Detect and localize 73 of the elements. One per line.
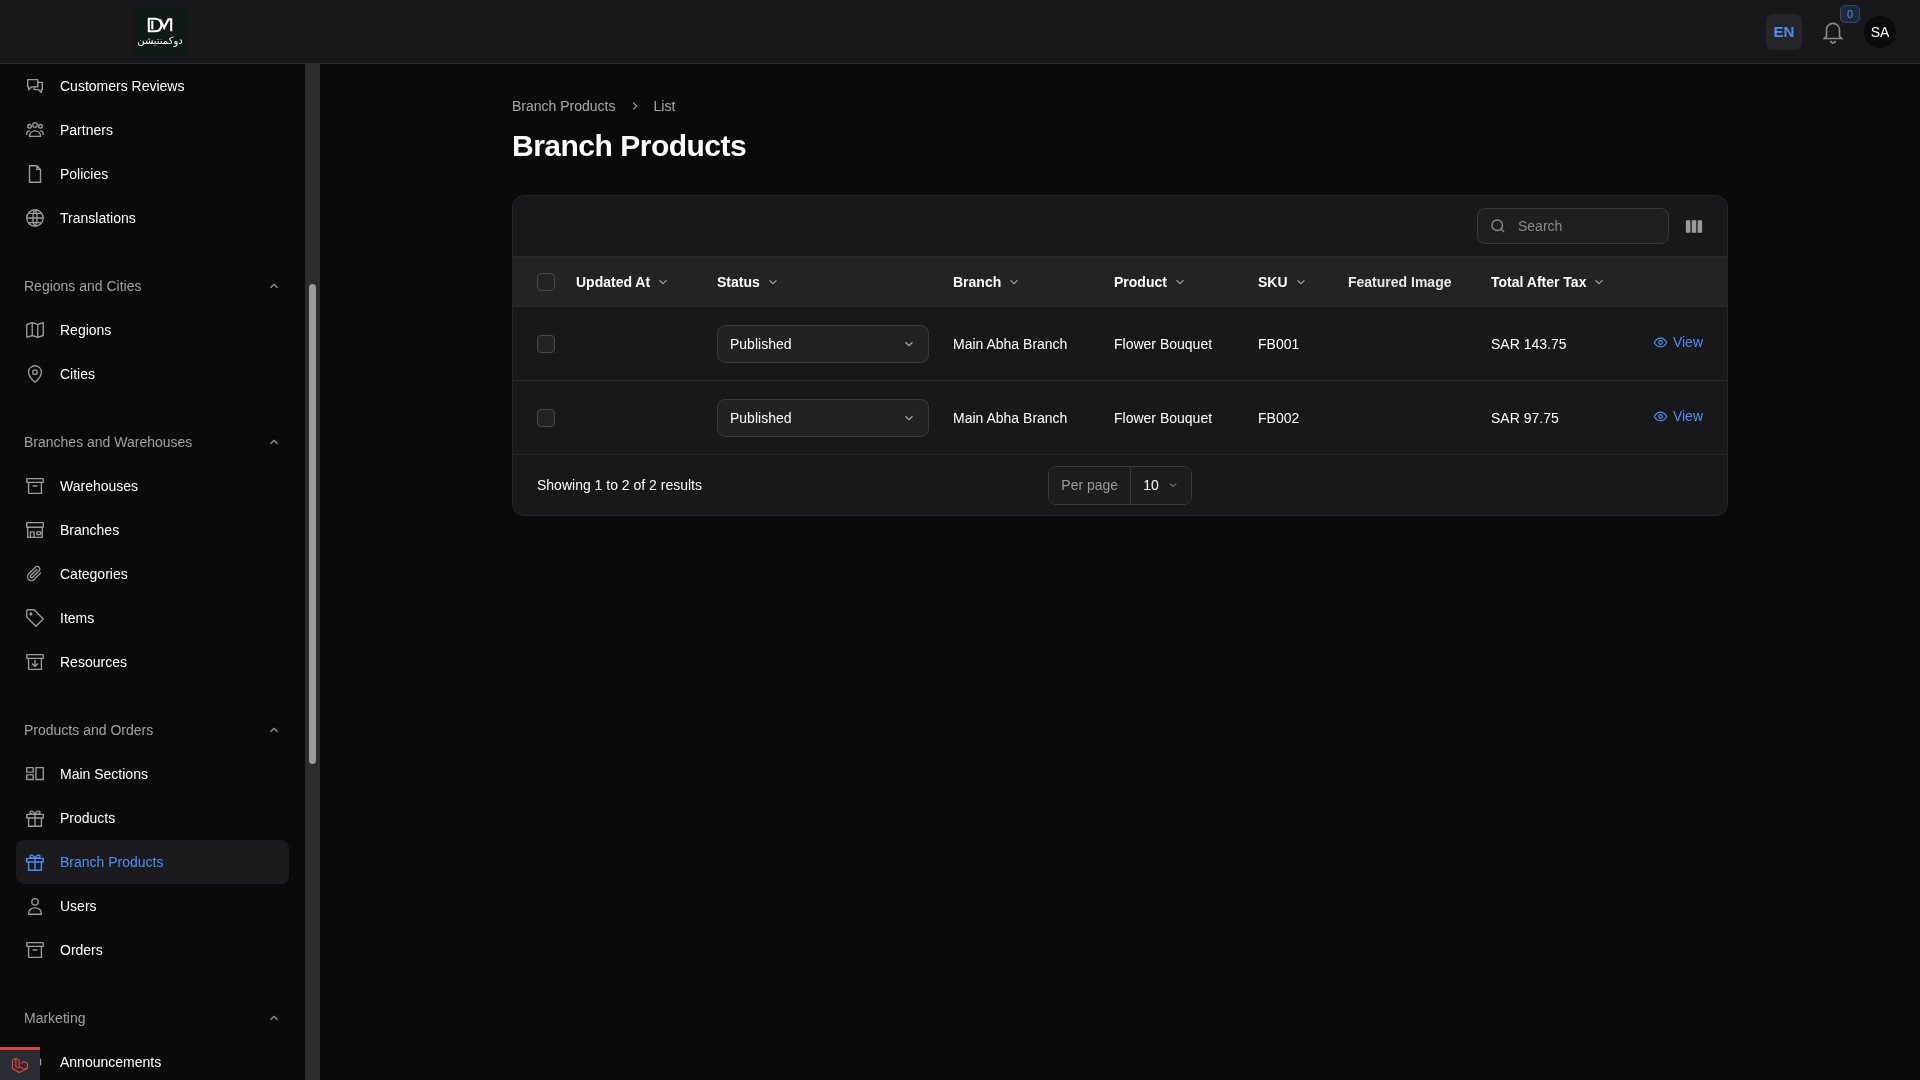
- table-cell: FB001: [1258, 335, 1300, 352]
- column-header[interactable]: Branch: [953, 273, 1022, 290]
- logo-monogram-icon: [146, 16, 174, 34]
- table-cell: Flower Bouquet: [1114, 335, 1213, 352]
- table-cell: SAR 143.75: [1491, 335, 1567, 352]
- notification-count-badge: 0: [1840, 4, 1860, 23]
- column-header[interactable]: Updated At: [576, 273, 671, 290]
- globe-icon: [24, 207, 46, 229]
- archive-box-icon: [24, 939, 46, 961]
- columns-icon[interactable]: [1685, 218, 1703, 234]
- gift-icon: [24, 851, 46, 873]
- storefront-icon: [24, 519, 46, 541]
- table-cell: FB002: [1258, 409, 1300, 426]
- sidebar-item[interactable]: Products: [16, 796, 289, 840]
- select-all-checkbox[interactable]: [537, 272, 555, 291]
- sidebar-item[interactable]: Categories: [16, 552, 289, 596]
- sidebar-item[interactable]: Branch Products: [16, 840, 289, 884]
- column-header[interactable]: Product: [1114, 273, 1187, 290]
- table-cell: SAR 97.75: [1491, 409, 1559, 426]
- archive-download-icon: [24, 651, 46, 673]
- status-select[interactable]: Published: [717, 324, 929, 363]
- sidebar-item[interactable]: Warehouses: [16, 464, 289, 508]
- sidebar-group-header[interactable]: Regions and Cities: [16, 264, 289, 308]
- breadcrumb-link[interactable]: Branch Products: [512, 98, 616, 114]
- sidebar-item[interactable]: Orders: [16, 928, 289, 972]
- sidebar-item[interactable]: Branches: [16, 508, 289, 552]
- sidebar-item[interactable]: Regions: [16, 308, 289, 352]
- archive-box-icon: [24, 475, 46, 497]
- eye-icon: [1652, 334, 1668, 350]
- cube-stack-icon: [10, 1055, 30, 1075]
- sidebar-group-header[interactable]: Marketing: [16, 996, 289, 1040]
- view-link[interactable]: View: [1652, 408, 1703, 425]
- row-checkbox[interactable]: [537, 334, 555, 353]
- sidebar-item[interactable]: Policies: [16, 152, 289, 196]
- eye-icon: [1652, 408, 1668, 424]
- user-avatar[interactable]: SA: [1864, 15, 1896, 48]
- sidebar-group-label: Branches and Warehouses: [24, 434, 193, 450]
- language-button[interactable]: EN: [1766, 13, 1802, 50]
- sidebar-item[interactable]: Resources: [16, 640, 289, 684]
- breadcrumb-current: List: [653, 98, 676, 114]
- page-title: Branch Products: [512, 128, 748, 164]
- sidebar-group-header[interactable]: Branches and Warehouses: [16, 420, 289, 464]
- sidebar-item[interactable]: Partners: [16, 108, 289, 152]
- gift-icon: [24, 807, 46, 829]
- table-cell: Main Abha Branch: [953, 409, 1068, 426]
- sidebar-group-label: Products and Orders: [24, 722, 154, 738]
- column-header[interactable]: Total After Tax: [1491, 273, 1607, 290]
- results-summary: Showing 1 to 2 of 2 results: [537, 477, 703, 493]
- map-icon: [24, 319, 46, 341]
- sidebar-group-header[interactable]: Products and Orders: [16, 708, 289, 752]
- debugbar-menu[interactable]: [0, 1047, 40, 1080]
- sidebar-item[interactable]: Translations: [16, 196, 289, 240]
- table-cell: Main Abha Branch: [953, 335, 1068, 352]
- table-cell: Flower Bouquet: [1114, 409, 1213, 426]
- per-page-select[interactable]: Per page 10: [1048, 465, 1192, 505]
- logo-text: دوكمنتيشن: [137, 35, 183, 47]
- view-link[interactable]: View: [1652, 334, 1703, 351]
- sidebar-item[interactable]: Cities: [16, 352, 289, 396]
- sidebar-item[interactable]: Main Sections: [16, 752, 289, 796]
- sidebar-group-label: Regions and Cities: [24, 278, 142, 294]
- column-header: Featured Image: [1348, 273, 1452, 290]
- column-header[interactable]: Status: [717, 273, 780, 290]
- scrollbar[interactable]: [305, 64, 320, 1080]
- column-header[interactable]: SKU: [1258, 273, 1308, 290]
- sidebar-group-label: Marketing: [24, 1010, 86, 1026]
- status-select[interactable]: Published: [717, 398, 929, 437]
- tag-icon: [24, 607, 46, 629]
- sidebar-item[interactable]: Items: [16, 596, 289, 640]
- search-field[interactable]: Search: [1477, 208, 1669, 244]
- logo[interactable]: دوكمنتيشن: [132, 7, 188, 56]
- row-checkbox[interactable]: [537, 408, 555, 427]
- sidebar-item[interactable]: Users: [16, 884, 289, 928]
- sidebar-item[interactable]: Customers Reviews: [16, 64, 289, 108]
